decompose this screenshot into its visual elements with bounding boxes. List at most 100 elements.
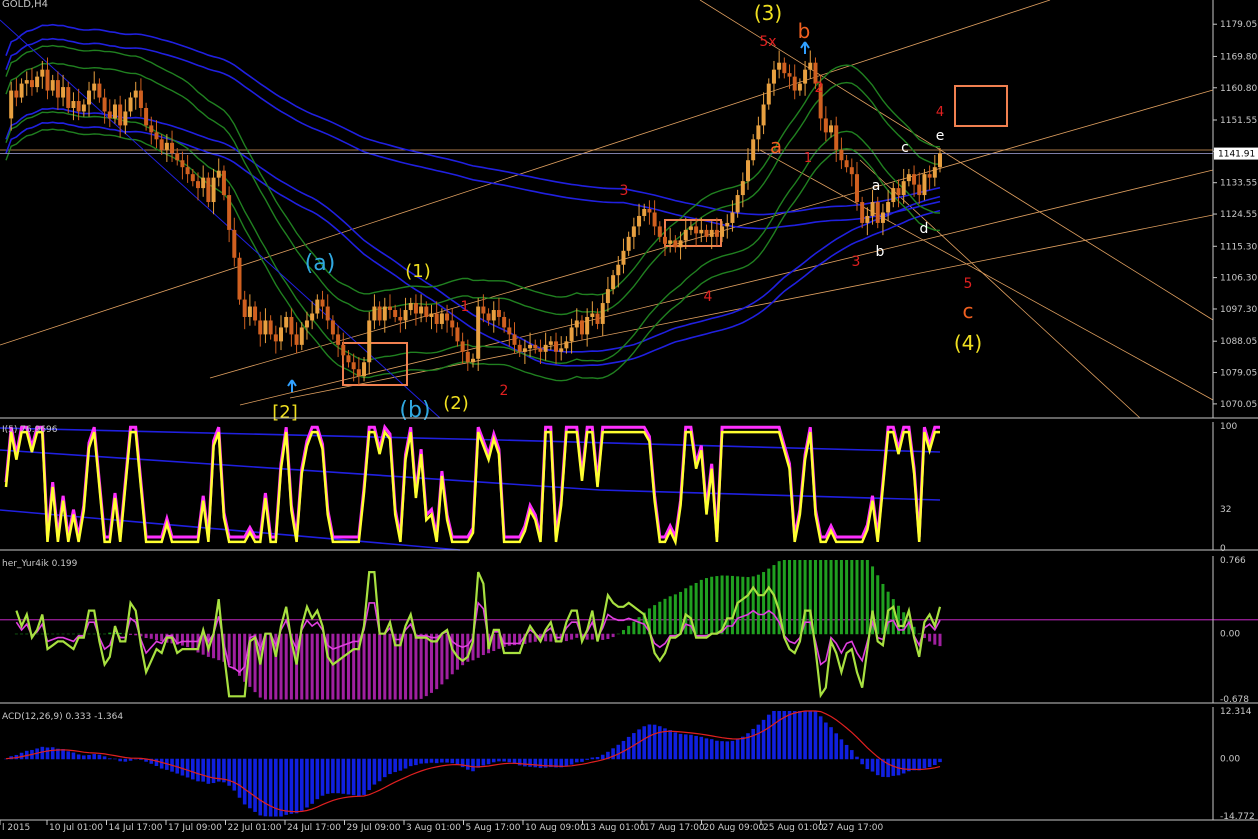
oscillator-bar xyxy=(315,633,319,700)
macd-bar xyxy=(678,733,683,760)
oscillator-bar xyxy=(409,633,413,700)
oscillator-bar xyxy=(284,633,288,700)
oscillator-bar xyxy=(20,633,24,635)
candle-body xyxy=(782,62,787,74)
candle-body xyxy=(564,341,569,349)
candle-body xyxy=(792,76,797,91)
stochastic-label: I(5) 76.9696 xyxy=(2,425,58,435)
candle-body xyxy=(24,80,29,84)
candle-body xyxy=(849,167,854,175)
macd-bar xyxy=(351,758,356,796)
macd-bar xyxy=(97,754,102,760)
oscillator-bar xyxy=(549,633,553,642)
macd-bar xyxy=(497,758,501,762)
candle-body xyxy=(637,215,642,227)
macd-tick-label: 0.00 xyxy=(1220,755,1240,765)
candle-body xyxy=(195,181,200,189)
oscillator-bar xyxy=(404,633,408,700)
oscillator-bar xyxy=(813,560,817,635)
macd-bar xyxy=(113,758,117,760)
macd-bar xyxy=(647,724,652,760)
wave-label: 5x xyxy=(759,34,776,50)
oscillator-bar xyxy=(590,633,594,640)
time-tick-label: 20 Aug 09:00 xyxy=(704,823,765,833)
candle-body xyxy=(133,90,138,98)
candle-body xyxy=(346,355,351,363)
candle-body xyxy=(112,104,117,119)
macd-bar xyxy=(533,758,538,768)
trading-chart[interactable]: (3)b5x24ea1ca3bd35c(4)(a) (1)1(2)(b)24[2]… xyxy=(0,0,1258,839)
wave-label: e xyxy=(936,128,945,144)
macd-bar xyxy=(305,758,309,808)
candle-body xyxy=(611,275,616,290)
macd-bar xyxy=(756,724,761,760)
candle-body xyxy=(844,160,849,168)
macd-bar xyxy=(824,722,828,760)
wave-label: b xyxy=(876,244,885,260)
macd-bar xyxy=(419,758,423,764)
oscillator-bar xyxy=(269,633,273,700)
candle-body xyxy=(709,229,714,237)
time-tick-label: 27 Aug 17:00 xyxy=(823,823,884,833)
macd-bar xyxy=(232,758,237,791)
macd-bar xyxy=(818,716,823,760)
candle-body xyxy=(29,80,34,88)
candle-body xyxy=(175,153,180,161)
macd-bar xyxy=(642,726,647,760)
candle-body xyxy=(258,320,263,335)
macd-bar xyxy=(237,758,242,798)
candle-body xyxy=(507,327,512,335)
time-tick-label: 25 Aug 01:00 xyxy=(763,823,824,833)
candle-body xyxy=(688,226,693,230)
candle-body xyxy=(362,362,367,377)
oscillator-bar xyxy=(850,560,854,635)
wave-label: d xyxy=(920,221,929,237)
candle-body xyxy=(829,125,834,133)
oscillator-bar xyxy=(372,633,376,700)
price-tick-label: 1070.05 xyxy=(1220,400,1257,410)
candle-body xyxy=(538,348,543,352)
candle-body xyxy=(445,313,450,321)
candle-body xyxy=(917,184,922,196)
macd-bar xyxy=(829,727,833,760)
oscillator-bar xyxy=(217,633,221,661)
candle-body xyxy=(294,334,299,345)
macd-bar xyxy=(486,758,491,765)
oscillator-bar xyxy=(77,633,81,635)
oscillator-bar xyxy=(824,560,828,635)
oscillator-bar xyxy=(860,560,864,635)
macd-bar xyxy=(362,758,366,795)
candle-body xyxy=(138,90,143,108)
oscillator-bar xyxy=(746,577,750,635)
candle-body xyxy=(595,313,600,324)
candle-body xyxy=(865,215,870,223)
macd-bar xyxy=(725,741,730,760)
candle-body xyxy=(481,306,486,314)
macd-bar xyxy=(709,739,714,760)
candle-body xyxy=(263,320,268,335)
price-tick-label: 1115.30 xyxy=(1220,242,1257,252)
oscillator-bar xyxy=(829,560,833,635)
macd-bar xyxy=(346,758,351,795)
oscillator-bar xyxy=(528,633,532,643)
candle-body xyxy=(128,97,133,112)
oscillator-bar xyxy=(705,578,708,635)
candle-body xyxy=(875,202,880,223)
oscillator-bar xyxy=(865,560,869,635)
macd-bar xyxy=(45,747,50,760)
macd-bar xyxy=(694,735,698,760)
oscillator-bar xyxy=(616,633,620,635)
oscillator-bar xyxy=(149,633,153,639)
candle-body xyxy=(460,341,465,352)
macd-bar xyxy=(289,758,294,814)
oscillator-bar xyxy=(938,633,942,647)
candle-body xyxy=(600,303,605,324)
candle-body xyxy=(621,250,626,265)
oscillator-bar xyxy=(445,633,449,680)
macd-bar xyxy=(471,758,475,772)
macd-bar xyxy=(813,711,818,760)
oscillator-bar xyxy=(455,633,459,670)
candle-body xyxy=(797,83,802,91)
oscillator-bar xyxy=(627,625,631,635)
oscillator-bar xyxy=(756,574,760,635)
